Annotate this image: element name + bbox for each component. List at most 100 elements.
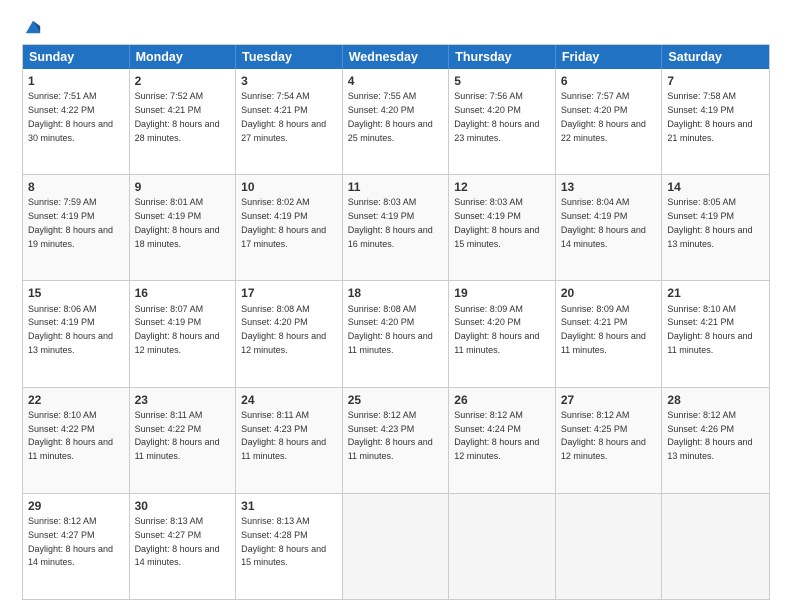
- day-number: 21: [667, 285, 764, 301]
- day-info: Sunrise: 8:07 AM Sunset: 4:19 PM Dayligh…: [135, 304, 220, 355]
- day-info: Sunrise: 8:13 AM Sunset: 4:28 PM Dayligh…: [241, 516, 326, 567]
- day-info: Sunrise: 8:08 AM Sunset: 4:20 PM Dayligh…: [241, 304, 326, 355]
- day-number: 14: [667, 179, 764, 195]
- day-info: Sunrise: 8:04 AM Sunset: 4:19 PM Dayligh…: [561, 197, 646, 248]
- day-cell-23: 23 Sunrise: 8:11 AM Sunset: 4:22 PM Dayli…: [130, 388, 237, 493]
- day-cell-13: 13 Sunrise: 8:04 AM Sunset: 4:19 PM Dayli…: [556, 175, 663, 280]
- day-info: Sunrise: 8:05 AM Sunset: 4:19 PM Dayligh…: [667, 197, 752, 248]
- day-info: Sunrise: 8:01 AM Sunset: 4:19 PM Dayligh…: [135, 197, 220, 248]
- day-number: 13: [561, 179, 657, 195]
- day-cell-21: 21 Sunrise: 8:10 AM Sunset: 4:21 PM Dayli…: [662, 281, 769, 386]
- day-cell-9: 9 Sunrise: 8:01 AM Sunset: 4:19 PM Daylig…: [130, 175, 237, 280]
- calendar-week-1: 1 Sunrise: 7:51 AM Sunset: 4:22 PM Daylig…: [23, 69, 769, 174]
- day-info: Sunrise: 7:56 AM Sunset: 4:20 PM Dayligh…: [454, 91, 539, 142]
- empty-cell: [343, 494, 450, 599]
- empty-cell: [662, 494, 769, 599]
- day-number: 27: [561, 392, 657, 408]
- day-number: 16: [135, 285, 231, 301]
- day-number: 12: [454, 179, 550, 195]
- calendar-header: SundayMondayTuesdayWednesdayThursdayFrid…: [23, 45, 769, 69]
- day-cell-15: 15Sunrise: 8:06 AM Sunset: 4:19 PM Dayli…: [23, 281, 130, 386]
- header-day-sunday: Sunday: [23, 45, 130, 69]
- day-info: Sunrise: 7:55 AM Sunset: 4:20 PM Dayligh…: [348, 91, 433, 142]
- day-cell-18: 18 Sunrise: 8:08 AM Sunset: 4:20 PM Dayli…: [343, 281, 450, 386]
- day-info: Sunrise: 8:12 AM Sunset: 4:23 PM Dayligh…: [348, 410, 433, 461]
- day-number: 9: [135, 179, 231, 195]
- day-info: Sunrise: 8:12 AM Sunset: 4:25 PM Dayligh…: [561, 410, 646, 461]
- day-info: Sunrise: 8:11 AM Sunset: 4:22 PM Dayligh…: [135, 410, 220, 461]
- day-number: 25: [348, 392, 444, 408]
- day-cell-26: 26 Sunrise: 8:12 AM Sunset: 4:24 PM Dayli…: [449, 388, 556, 493]
- day-cell-30: 30Sunrise: 8:13 AM Sunset: 4:27 PM Dayli…: [130, 494, 237, 599]
- day-info: Sunrise: 8:09 AM Sunset: 4:21 PM Dayligh…: [561, 304, 646, 355]
- day-cell-24: 24Sunrise: 8:11 AM Sunset: 4:23 PM Dayli…: [236, 388, 343, 493]
- day-info: Sunrise: 7:57 AM Sunset: 4:20 PM Dayligh…: [561, 91, 646, 142]
- header: [22, 18, 770, 34]
- day-number: 7: [667, 73, 764, 89]
- calendar-body: 1 Sunrise: 7:51 AM Sunset: 4:22 PM Daylig…: [23, 69, 769, 599]
- day-cell-25: 25 Sunrise: 8:12 AM Sunset: 4:23 PM Dayli…: [343, 388, 450, 493]
- page: SundayMondayTuesdayWednesdayThursdayFrid…: [0, 0, 792, 612]
- header-day-monday: Monday: [130, 45, 237, 69]
- day-info: Sunrise: 7:52 AM Sunset: 4:21 PM Dayligh…: [135, 91, 220, 142]
- day-cell-28: 28 Sunrise: 8:12 AM Sunset: 4:26 PM Dayli…: [662, 388, 769, 493]
- day-number: 18: [348, 285, 444, 301]
- day-cell-8: 8Sunrise: 7:59 AM Sunset: 4:19 PM Daylig…: [23, 175, 130, 280]
- day-number: 23: [135, 392, 231, 408]
- day-number: 8: [28, 179, 124, 195]
- day-number: 4: [348, 73, 444, 89]
- day-cell-7: 7 Sunrise: 7:58 AM Sunset: 4:19 PM Daylig…: [662, 69, 769, 174]
- day-number: 1: [28, 73, 124, 89]
- day-cell-6: 6Sunrise: 7:57 AM Sunset: 4:20 PM Daylig…: [556, 69, 663, 174]
- day-number: 30: [135, 498, 231, 514]
- logo-text: [22, 18, 42, 36]
- calendar-week-3: 15Sunrise: 8:06 AM Sunset: 4:19 PM Dayli…: [23, 280, 769, 386]
- day-number: 19: [454, 285, 550, 301]
- day-info: Sunrise: 8:12 AM Sunset: 4:26 PM Dayligh…: [667, 410, 752, 461]
- header-day-wednesday: Wednesday: [343, 45, 450, 69]
- day-number: 29: [28, 498, 124, 514]
- day-number: 22: [28, 392, 124, 408]
- header-day-friday: Friday: [556, 45, 663, 69]
- day-cell-20: 20 Sunrise: 8:09 AM Sunset: 4:21 PM Dayli…: [556, 281, 663, 386]
- day-cell-11: 11Sunrise: 8:03 AM Sunset: 4:19 PM Dayli…: [343, 175, 450, 280]
- calendar: SundayMondayTuesdayWednesdayThursdayFrid…: [22, 44, 770, 600]
- day-number: 5: [454, 73, 550, 89]
- day-info: Sunrise: 7:58 AM Sunset: 4:19 PM Dayligh…: [667, 91, 752, 142]
- day-number: 20: [561, 285, 657, 301]
- day-info: Sunrise: 8:12 AM Sunset: 4:24 PM Dayligh…: [454, 410, 539, 461]
- day-info: Sunrise: 7:51 AM Sunset: 4:22 PM Dayligh…: [28, 91, 113, 142]
- day-cell-17: 17 Sunrise: 8:08 AM Sunset: 4:20 PM Dayli…: [236, 281, 343, 386]
- day-info: Sunrise: 8:09 AM Sunset: 4:20 PM Dayligh…: [454, 304, 539, 355]
- day-cell-10: 10Sunrise: 8:02 AM Sunset: 4:19 PM Dayli…: [236, 175, 343, 280]
- empty-cell: [449, 494, 556, 599]
- day-cell-4: 4 Sunrise: 7:55 AM Sunset: 4:20 PM Daylig…: [343, 69, 450, 174]
- logo-icon: [24, 18, 42, 36]
- logo: [22, 18, 42, 34]
- day-number: 15: [28, 285, 124, 301]
- day-number: 31: [241, 498, 337, 514]
- day-number: 28: [667, 392, 764, 408]
- day-info: Sunrise: 8:10 AM Sunset: 4:21 PM Dayligh…: [667, 304, 752, 355]
- day-cell-29: 29 Sunrise: 8:12 AM Sunset: 4:27 PM Dayli…: [23, 494, 130, 599]
- calendar-week-4: 22 Sunrise: 8:10 AM Sunset: 4:22 PM Dayli…: [23, 387, 769, 493]
- day-info: Sunrise: 8:08 AM Sunset: 4:20 PM Dayligh…: [348, 304, 433, 355]
- day-info: Sunrise: 8:12 AM Sunset: 4:27 PM Dayligh…: [28, 516, 113, 567]
- day-info: Sunrise: 8:10 AM Sunset: 4:22 PM Dayligh…: [28, 410, 113, 461]
- header-day-thursday: Thursday: [449, 45, 556, 69]
- day-cell-14: 14 Sunrise: 8:05 AM Sunset: 4:19 PM Dayli…: [662, 175, 769, 280]
- day-number: 17: [241, 285, 337, 301]
- day-info: Sunrise: 7:54 AM Sunset: 4:21 PM Dayligh…: [241, 91, 326, 142]
- header-day-tuesday: Tuesday: [236, 45, 343, 69]
- day-number: 26: [454, 392, 550, 408]
- day-cell-1: 1 Sunrise: 7:51 AM Sunset: 4:22 PM Daylig…: [23, 69, 130, 174]
- day-number: 2: [135, 73, 231, 89]
- day-cell-3: 3 Sunrise: 7:54 AM Sunset: 4:21 PM Daylig…: [236, 69, 343, 174]
- day-cell-27: 27 Sunrise: 8:12 AM Sunset: 4:25 PM Dayli…: [556, 388, 663, 493]
- header-day-saturday: Saturday: [662, 45, 769, 69]
- day-number: 3: [241, 73, 337, 89]
- day-cell-12: 12Sunrise: 8:03 AM Sunset: 4:19 PM Dayli…: [449, 175, 556, 280]
- day-cell-2: 2 Sunrise: 7:52 AM Sunset: 4:21 PM Daylig…: [130, 69, 237, 174]
- day-number: 24: [241, 392, 337, 408]
- day-number: 10: [241, 179, 337, 195]
